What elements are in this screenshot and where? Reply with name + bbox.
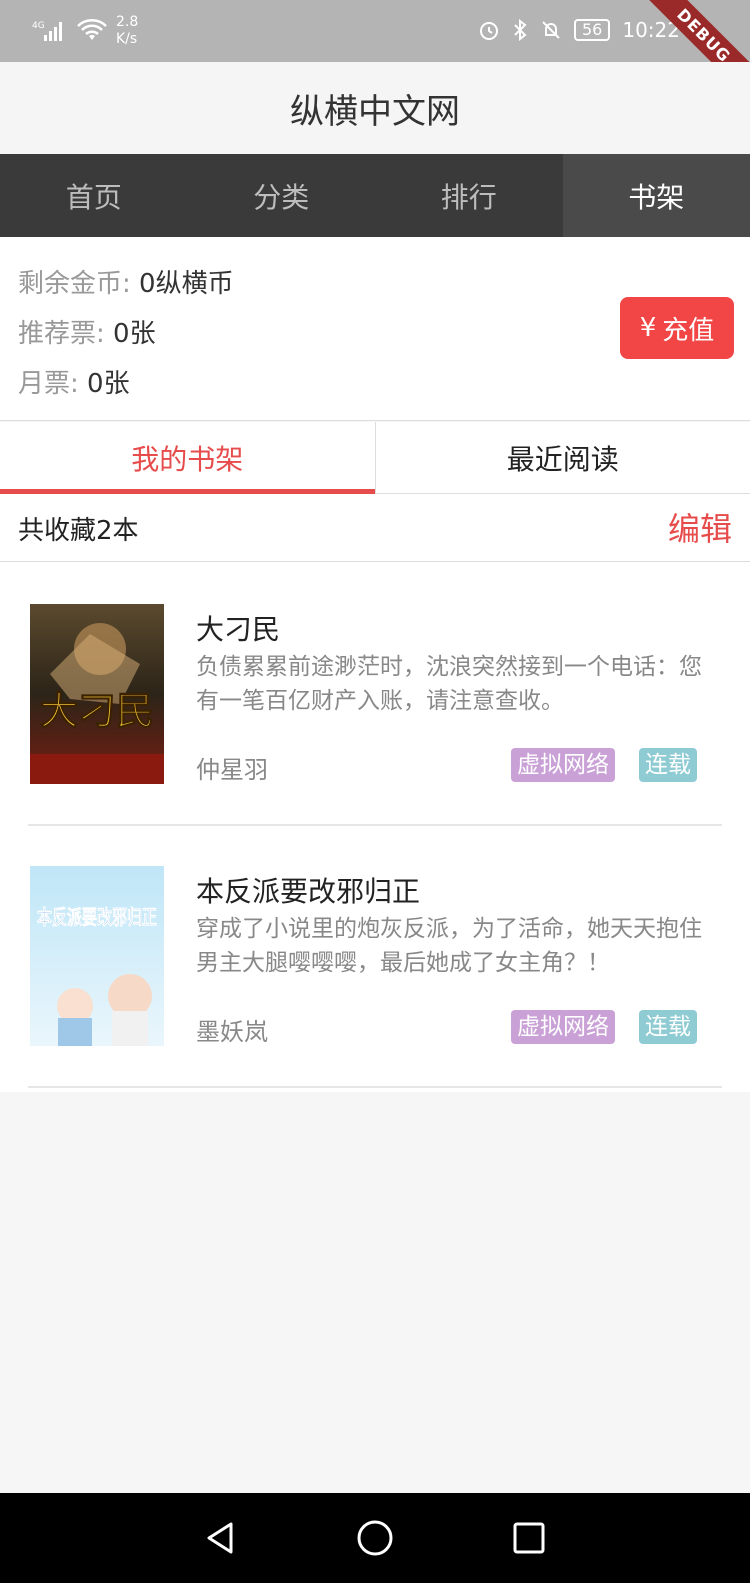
coins-value: 0纵横币: [139, 269, 234, 299]
network-speed: 2.8 K/s: [116, 14, 139, 47]
tab-home[interactable]: 首页: [0, 154, 188, 237]
coins-label: 剩余金币:: [18, 269, 131, 299]
yuan-icon: ¥: [639, 313, 657, 343]
back-button[interactable]: [199, 1516, 243, 1560]
tab-bookshelf[interactable]: 书架: [562, 154, 750, 237]
network-type: 4G: [32, 21, 45, 31]
recommend-ticket-row: 推荐票: 0张: [18, 313, 156, 350]
tab-recent-reading[interactable]: 最近阅读: [374, 422, 750, 493]
genre-tag: 虚拟网络: [511, 748, 615, 782]
book-item[interactable]: 大刁民 大刁民 负债累累前途渺茫时，沈浪突然接到一个电话：您有一笔百亿财产入账，…: [0, 562, 750, 826]
recharge-label: 充值: [662, 315, 715, 346]
book-description: 负债累累前途渺茫时，沈浪突然接到一个电话：您有一笔百亿财产入账，请注意查收。: [196, 654, 702, 714]
main-nav-tabs: 首页 分类 排行 书架: [0, 154, 750, 237]
coins-row: 剩余金币: 0纵横币: [18, 263, 234, 300]
app-title: 纵横中文网: [290, 91, 460, 132]
recommend-ticket-value: 0张: [113, 319, 156, 349]
book-item[interactable]: 本反派要改邪归正 本反派要改邪归正 穿成了小说里的炮灰反派，为了活命，她天天抱住…: [0, 824, 750, 1088]
edit-button[interactable]: 编辑: [668, 504, 732, 550]
account-panel: 剩余金币: 0纵横币 推荐票: 0张 月票: 0张 ¥ 充值: [0, 237, 750, 421]
alarm-icon: [480, 22, 498, 40]
monthly-ticket-value: 0张: [87, 369, 130, 399]
status-tag: 连载: [639, 748, 697, 782]
recommend-ticket-label: 推荐票:: [18, 319, 105, 349]
bluetooth-icon: [514, 19, 527, 41]
battery-level: 56: [574, 19, 611, 41]
mute-icon: [542, 21, 560, 39]
book-title: 大刁民: [196, 613, 281, 646]
home-circle-icon: [357, 1520, 393, 1556]
recents-square-icon: [513, 1522, 545, 1554]
book-title: 本反派要改邪归正: [196, 875, 421, 908]
system-nav-bar: [0, 1493, 750, 1583]
book-cover-title: 大刁民: [40, 689, 154, 733]
monthly-ticket-row: 月票: 0张: [18, 363, 130, 400]
home-button[interactable]: [353, 1516, 397, 1560]
book-author: 墨妖岚: [196, 1018, 268, 1046]
status-left: 4G 2.8 K/s: [32, 14, 138, 48]
book-cover-title: 本反派要改邪归正: [37, 905, 157, 929]
app-bar: 纵横中文网: [0, 62, 750, 154]
signal-icon: 4G: [32, 21, 62, 41]
back-triangle-icon: [207, 1522, 233, 1554]
recharge-button[interactable]: ¥ 充值: [620, 297, 734, 359]
tab-my-bookshelf[interactable]: 我的书架: [0, 422, 375, 494]
tab-ranking[interactable]: 排行: [375, 154, 563, 237]
recents-button[interactable]: [507, 1516, 551, 1560]
tab-category[interactable]: 分类: [188, 154, 376, 237]
genre-tag: 虚拟网络: [511, 1010, 615, 1044]
book-list: 大刁民 大刁民 负债累累前途渺茫时，沈浪突然接到一个电话：您有一笔百亿财产入账，…: [0, 562, 750, 1092]
status-tag: 连载: [639, 1010, 697, 1044]
book-description: 穿成了小说里的炮灰反派，为了活命，她天天抱住男主大腿嘤嘤嘤，最后她成了女主角？！: [196, 916, 702, 976]
book-cover: 本反派要改邪归正: [30, 866, 164, 1046]
bookshelf-sub-tabs: 我的书架 最近阅读: [0, 422, 750, 494]
book-cover-image: 大刁民: [30, 604, 164, 784]
book-author: 仲星羽: [196, 756, 268, 784]
status-right: 56 10:22: [478, 18, 680, 42]
monthly-ticket-label: 月票:: [18, 369, 79, 399]
book-cover: 大刁民: [30, 604, 164, 784]
collection-header: 共收藏2本 编辑: [0, 494, 750, 562]
divider: [28, 1086, 722, 1088]
collection-count: 共收藏2本: [18, 516, 139, 546]
wifi-icon: [77, 19, 107, 40]
book-cover-image: 本反派要改邪归正: [30, 866, 164, 1046]
status-bar: 4G 2.8 K/s 56 10:22 DEBUG: [0, 0, 750, 102]
